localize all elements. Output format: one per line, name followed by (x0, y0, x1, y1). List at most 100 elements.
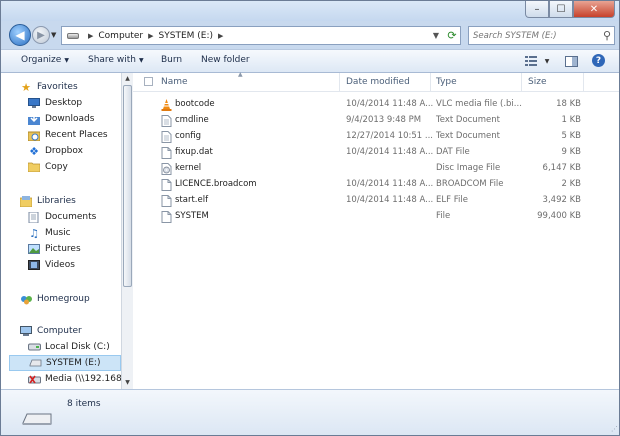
sidebar-item-label: Recent Places (45, 130, 108, 140)
address-bar[interactable]: ▶ Computer ▶ SYSTEM (E:) ▶ ▼ ⟳ (61, 26, 461, 45)
sidebar-item-label: Media (\\192.168.1 (45, 374, 121, 384)
maximize-button[interactable]: ☐ (549, 1, 573, 18)
sidebar-item-label: Music (45, 228, 71, 238)
libraries-icon (19, 195, 33, 207)
view-options-dropdown[interactable]: ▼ (539, 54, 555, 68)
column-divider[interactable] (339, 73, 340, 92)
command-bar: Organize ▼ Share with ▼ Burn New folder ▼ … (1, 49, 619, 73)
details-pane: 8 items ⋰ (1, 389, 619, 435)
forward-button[interactable]: ▶ (32, 26, 50, 44)
file-type: File (436, 211, 451, 221)
file-row[interactable]: config 12/27/2014 10:51 ... Text Documen… (133, 129, 619, 145)
chevron-down-icon: ▼ (138, 57, 144, 64)
sidebar-item-pictures[interactable]: Pictures (27, 241, 121, 257)
scroll-up-icon[interactable]: ▲ (123, 74, 132, 84)
sidebar-item-desktop[interactable]: Desktop (27, 95, 121, 111)
documents-icon (27, 211, 41, 223)
file-icon (161, 195, 172, 207)
file-row[interactable]: LICENCE.broadcom 10/4/2014 11:48 A... BR… (133, 177, 619, 193)
sidebar-item-label: Downloads (45, 114, 95, 124)
change-view-button[interactable] (523, 54, 539, 68)
file-icon (161, 179, 172, 191)
search-box[interactable]: ⚲ (468, 26, 615, 45)
file-row[interactable]: start.elf 10/4/2014 11:48 A... ELF File … (133, 193, 619, 209)
breadcrumb-current-drive[interactable]: SYSTEM (E:) (159, 31, 213, 41)
column-divider[interactable] (430, 73, 431, 92)
breadcrumb-separator-icon[interactable]: ▶ (148, 32, 153, 40)
title-bar: – ☐ ✕ (1, 1, 619, 21)
share-with-button[interactable]: Share with ▼ (88, 55, 144, 65)
file-size: 3,492 KB (542, 195, 581, 205)
file-date-modified: 10/4/2014 11:48 A... (346, 99, 434, 109)
address-history-dropdown[interactable]: ▼ (428, 31, 444, 40)
column-header-type[interactable]: Type (436, 77, 457, 87)
back-button[interactable]: ◀ (9, 24, 31, 46)
resize-grip-icon[interactable]: ⋰ (611, 425, 618, 433)
file-row[interactable]: SYSTEM File 99,400 KB (133, 209, 619, 225)
computer-icon (19, 325, 33, 337)
breadcrumb-computer[interactable]: Computer (98, 31, 143, 41)
help-button[interactable]: ? (592, 54, 605, 67)
sidebar-item-label: Local Disk (C:) (45, 342, 110, 352)
column-header-name[interactable]: Name (161, 77, 188, 87)
burn-button[interactable]: Burn (161, 55, 182, 65)
preview-pane-button[interactable] (563, 54, 579, 68)
column-divider[interactable] (521, 73, 522, 92)
column-header-size[interactable]: Size (528, 77, 546, 87)
file-size: 5 KB (561, 131, 581, 141)
sidebar-item-homegroup[interactable]: Homegroup (19, 291, 121, 307)
column-headers: ▲ Name Date modified Type Size (133, 71, 619, 92)
sort-indicator-icon: ▲ (238, 71, 243, 78)
select-all-checkbox[interactable] (144, 77, 153, 86)
sidebar-item-videos[interactable]: Videos (27, 257, 121, 273)
sidebar-item-label: Desktop (45, 98, 83, 108)
preview-pane-icon (564, 55, 578, 67)
search-icon[interactable]: ⚲ (603, 29, 611, 42)
file-name: start.elf (175, 195, 209, 205)
file-name: bootcode (175, 99, 215, 109)
item-count: 8 items (67, 399, 101, 409)
close-button[interactable]: ✕ (573, 1, 615, 18)
navigation-pane-scrollbar[interactable]: ▲ ▼ (121, 73, 133, 389)
sidebar-item-favorites[interactable]: ★ Favorites (19, 79, 121, 95)
column-header-date-modified[interactable]: Date modified (346, 77, 410, 87)
sidebar-item-computer[interactable]: Computer (19, 323, 121, 339)
minimize-button[interactable]: – (525, 1, 549, 18)
sidebar-item-documents[interactable]: Documents (27, 209, 121, 225)
file-row[interactable]: cmdline 9/4/2013 9:48 PM Text Document 1… (133, 113, 619, 129)
refresh-icon[interactable]: ⟳ (444, 29, 460, 42)
sidebar-item-libraries[interactable]: Libraries (19, 193, 121, 209)
sidebar-item-label: Homegroup (37, 294, 90, 304)
file-name: fixup.dat (175, 147, 213, 157)
sidebar-item-copy[interactable]: Copy (27, 159, 121, 175)
sidebar-item-dropbox[interactable]: ❖ Dropbox (27, 143, 121, 159)
file-date-modified: 10/4/2014 11:48 A... (346, 147, 434, 157)
sidebar-item-label: Pictures (45, 244, 81, 254)
search-input[interactable] (473, 29, 593, 42)
sidebar-item-recent-places[interactable]: Recent Places (27, 127, 121, 143)
breadcrumb-separator-icon[interactable]: ▶ (218, 32, 223, 40)
column-divider[interactable] (583, 73, 584, 92)
recent-pages-dropdown[interactable]: ▼ (51, 31, 56, 39)
file-row[interactable]: fixup.dat 10/4/2014 11:48 A... DAT File … (133, 145, 619, 161)
file-type: BROADCOM File (436, 179, 504, 189)
organize-button[interactable]: Organize ▼ (21, 55, 69, 65)
breadcrumb-separator-icon[interactable]: ▶ (88, 32, 93, 40)
file-row[interactable]: bootcode 10/4/2014 11:48 A... VLC media … (133, 97, 619, 113)
file-name: SYSTEM (175, 211, 209, 221)
file-name: config (175, 131, 202, 141)
file-date-modified: 9/4/2013 9:48 PM (346, 115, 422, 125)
sidebar-item-system-drive[interactable]: SYSTEM (E:) (9, 355, 121, 371)
scrollbar-thumb[interactable] (123, 85, 132, 287)
sidebar-item-downloads[interactable]: Downloads (27, 111, 121, 127)
sidebar-item-music[interactable]: ♫ Music (27, 225, 121, 241)
file-row[interactable]: kernel Disc Image File 6,147 KB (133, 161, 619, 177)
window-controls: – ☐ ✕ (525, 1, 615, 18)
removable-drive-icon (28, 357, 42, 369)
text-file-icon (161, 131, 172, 143)
scroll-down-icon[interactable]: ▼ (123, 378, 132, 388)
sidebar-item-local-disk[interactable]: Local Disk (C:) (27, 339, 121, 355)
sidebar-item-network-media[interactable]: Media (\\192.168.1 (27, 371, 121, 387)
new-folder-button[interactable]: New folder (201, 55, 250, 65)
help-icon: ? (595, 55, 602, 66)
